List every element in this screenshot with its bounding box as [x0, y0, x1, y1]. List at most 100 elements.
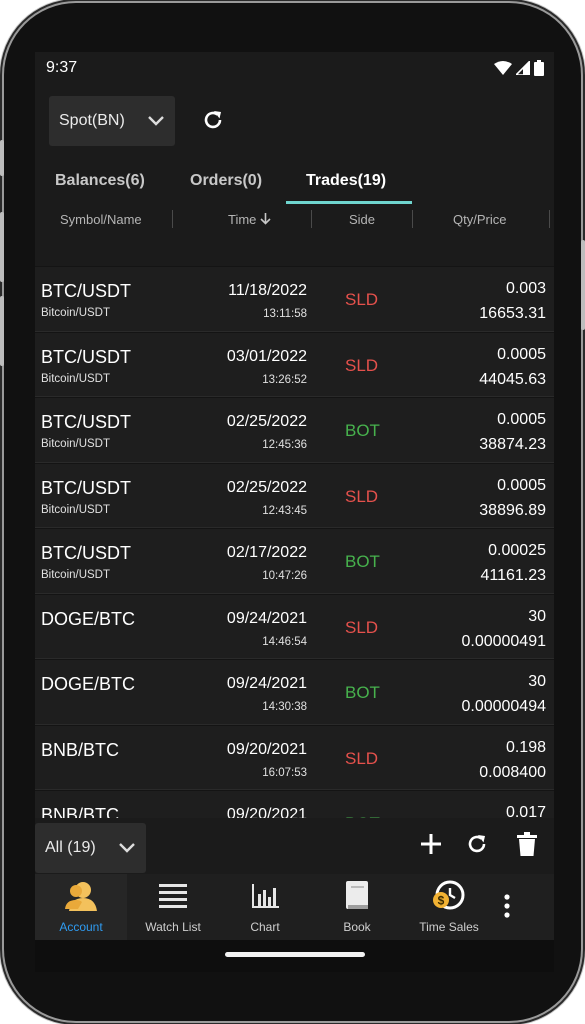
trade-time: 10:47:26	[262, 570, 307, 582]
trade-time: 13:11:58	[263, 308, 307, 320]
trade-side: SLD	[345, 290, 379, 309]
trade-date: 02/25/2022	[226, 478, 307, 496]
top-toolbar: Spot(BN)	[35, 84, 554, 164]
trade-side: BOT	[345, 421, 380, 440]
list-icon	[159, 884, 187, 908]
tab-balances[interactable]: Balances(6)	[55, 172, 145, 190]
home-indicator[interactable]	[225, 952, 365, 957]
tab-orders[interactable]: Orders(0)	[190, 172, 262, 190]
trade-symbol: BTC/USDT	[41, 281, 131, 301]
svg-text:$: $	[438, 894, 445, 908]
trade-time: 14:30:38	[262, 701, 307, 713]
trade-side: SLD	[345, 748, 379, 768]
sort-down-arrow-icon	[260, 213, 271, 225]
trade-qty: 0.198	[505, 738, 546, 756]
app-screen: 9:37 Spot(BN) Balances(6) Orders(0) Trad…	[35, 52, 554, 972]
column-time-label: Time	[228, 212, 257, 227]
signal-icon	[516, 61, 530, 75]
nav-account[interactable]: Account	[35, 874, 127, 940]
refresh-icon[interactable]	[201, 108, 225, 132]
trade-symbol: BTC/USDT	[41, 412, 131, 432]
nav-chart-label: Chart	[250, 920, 280, 934]
column-qty-price[interactable]: Qty/Price	[453, 212, 506, 227]
column-divider	[549, 210, 550, 228]
account-icon	[65, 882, 97, 911]
trade-symbol: DOGE/BTC	[41, 608, 136, 629]
wifi-icon	[494, 61, 512, 75]
trade-price: 0.00000491	[461, 632, 546, 650]
tab-trades[interactable]: Trades(19)	[306, 172, 386, 190]
nav-watch-list-label: Watch List	[145, 920, 201, 934]
trade-side: SLD	[345, 355, 379, 375]
trade-row[interactable]: BTC/USDT Bitcoin/USDT 11/18/2022 13:11:58 SL…	[35, 266, 554, 332]
nav-chart[interactable]: Chart	[219, 874, 311, 940]
trade-price: 41161.23	[480, 567, 546, 584]
add-icon[interactable]	[419, 832, 443, 856]
trade-price: 44045.63	[479, 370, 546, 388]
nav-book-label: Book	[343, 920, 371, 934]
trade-row[interactable]: BTC/USDT Bitcoin/USDT 02/25/2022 12:43:45 SL…	[35, 462, 554, 528]
filter-dropdown[interactable]: All (19)	[35, 823, 146, 873]
trade-row[interactable]: DOGE/BTC 09/24/2021 14:46:54 SLD 30 0.0000049…	[35, 593, 554, 659]
phone-side-button	[0, 212, 4, 282]
trade-qty: 0.00025	[488, 542, 546, 559]
trade-name: Bitcoin/USDT	[41, 438, 111, 450]
trade-time: 16:07:53	[262, 766, 307, 779]
trade-symbol: BTC/USDT	[41, 477, 131, 498]
book-icon	[346, 881, 368, 909]
trash-icon[interactable]	[516, 832, 538, 856]
battery-icon	[534, 60, 544, 76]
nav-time-sales[interactable]: $ Time Sales	[403, 874, 495, 940]
trade-date: 02/17/2022	[226, 544, 307, 561]
trade-price: 0.008400	[479, 763, 546, 781]
trade-name: Bitcoin/USDT	[41, 569, 111, 581]
column-side[interactable]: Side	[349, 212, 375, 227]
chevron-down-icon	[148, 116, 164, 126]
tab-bar: Balances(6) Orders(0) Trades(19)	[35, 164, 554, 204]
trade-date: 09/24/2021	[226, 675, 307, 692]
trade-side: BOT	[345, 552, 380, 571]
column-divider	[172, 210, 173, 228]
more-vertical-icon[interactable]	[503, 894, 511, 918]
trade-row[interactable]: BTC/USDT Bitcoin/USDT 03/01/2022 13:26:52 SL…	[35, 331, 554, 397]
trade-row[interactable]: BTC/USDT Bitcoin/USDT 02/25/2022 12:45:36 BO…	[35, 397, 554, 463]
trade-time: 12:45:36	[262, 439, 307, 451]
trade-qty: 0.0005	[497, 345, 546, 363]
nav-book[interactable]: Book	[311, 874, 403, 940]
trade-time: 14:46:54	[262, 635, 307, 648]
trade-row[interactable]: BNB/BTC 09/20/2021 16:07:53 SLD 0.198 0.00840…	[35, 724, 554, 790]
trade-qty: 30	[528, 673, 546, 690]
phone-side-button	[581, 240, 585, 330]
time-sales-icon: $	[433, 880, 465, 910]
trade-date: 09/20/2021	[226, 740, 307, 758]
bottom-toolbar: All (19)	[35, 818, 554, 874]
nav-account-label: Account	[59, 920, 103, 934]
trade-symbol: BTC/USDT	[41, 543, 131, 563]
column-divider	[311, 210, 312, 228]
trade-symbol: BTC/USDT	[41, 346, 131, 367]
gesture-bar	[35, 940, 554, 972]
table-header: Symbol/Name Time Side Qty/Price	[35, 204, 554, 236]
status-bar: 9:37	[35, 52, 554, 84]
chevron-down-icon	[119, 843, 135, 853]
trade-qty: 0.0005	[497, 476, 546, 494]
phone-side-button	[0, 140, 4, 176]
column-time[interactable]: Time	[228, 212, 271, 227]
column-symbol[interactable]: Symbol/Name	[60, 212, 142, 227]
status-time: 9:37	[46, 59, 78, 76]
exchange-dropdown[interactable]: Spot(BN)	[49, 96, 175, 146]
trade-name: Bitcoin/USDT	[41, 503, 111, 516]
refresh-icon[interactable]	[465, 832, 489, 856]
trade-side: BOT	[345, 683, 380, 702]
trade-qty: 30	[528, 607, 546, 625]
phone-side-button	[0, 296, 4, 366]
nav-time-sales-label: Time Sales	[419, 920, 479, 934]
trade-date: 02/25/2022	[226, 413, 307, 430]
trade-row[interactable]: DOGE/BTC 09/24/2021 14:30:38 BOT 30 0.0000049…	[35, 659, 554, 725]
trade-side: SLD	[345, 617, 379, 637]
trade-time: 12:43:45	[262, 504, 307, 517]
nav-watch-list[interactable]: Watch List	[127, 874, 219, 940]
trade-price: 38874.23	[479, 436, 546, 453]
trade-date: 09/24/2021	[226, 609, 307, 627]
trade-row[interactable]: BTC/USDT Bitcoin/USDT 02/17/2022 10:47:26 BO…	[35, 528, 554, 594]
